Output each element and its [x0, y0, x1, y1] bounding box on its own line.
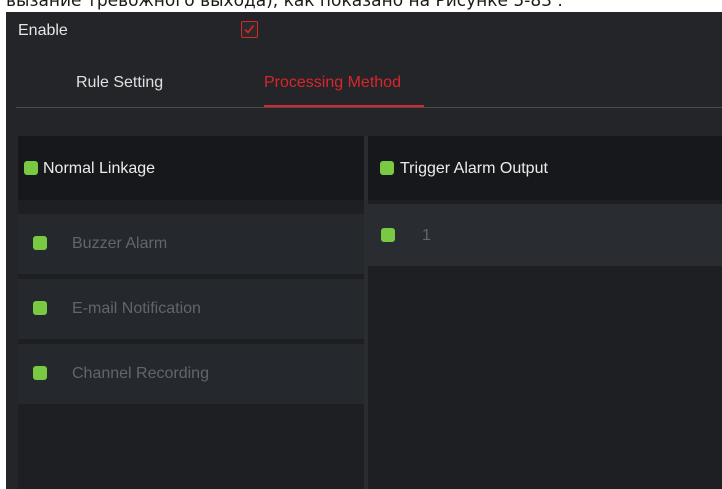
- normal-linkage-box: Normal Linkage Buzzer Alarm E-mail Notif…: [18, 136, 364, 489]
- normal-linkage-select-all-checkbox[interactable]: [24, 161, 38, 175]
- email-notification-checkbox[interactable]: [33, 301, 47, 315]
- enable-checkbox[interactable]: [241, 21, 258, 38]
- alarm-settings-panel: Enable Rule Setting Processing Method No…: [6, 12, 722, 489]
- trigger-alarm-output-select-all-checkbox[interactable]: [380, 161, 394, 175]
- tab-rule-setting[interactable]: Rule Setting: [76, 74, 163, 92]
- alarm-output-1-checkbox[interactable]: [381, 228, 395, 242]
- document-text-strip: вызание тревожного выхода), как показано…: [0, 0, 722, 12]
- channel-recording-checkbox[interactable]: [33, 366, 47, 380]
- trigger-alarm-output-box: Trigger Alarm Output 1: [368, 136, 722, 489]
- active-tab-indicator: [264, 105, 424, 107]
- list-item-alarm-output-1[interactable]: 1: [368, 204, 722, 266]
- normal-linkage-header: Normal Linkage: [18, 136, 364, 200]
- tabs-divider: [16, 107, 722, 108]
- channel-recording-label: Channel Recording: [72, 365, 209, 382]
- trigger-alarm-output-title: Trigger Alarm Output: [400, 160, 548, 177]
- tab-processing-method[interactable]: Processing Method: [264, 74, 401, 92]
- buzzer-alarm-checkbox[interactable]: [33, 236, 47, 250]
- buzzer-alarm-label: Buzzer Alarm: [72, 235, 168, 252]
- trigger-alarm-output-header: Trigger Alarm Output: [368, 136, 722, 200]
- checkmark-icon: [244, 25, 255, 34]
- list-item-channel-recording[interactable]: Channel Recording: [18, 344, 364, 404]
- list-item-email-notification[interactable]: E-mail Notification: [18, 279, 364, 339]
- alarm-output-1-label: 1: [422, 227, 431, 244]
- enable-label: Enable: [18, 22, 68, 39]
- document-text: вызание тревожного выхода), как показано…: [6, 0, 563, 11]
- normal-linkage-title: Normal Linkage: [43, 160, 156, 177]
- list-item-buzzer-alarm[interactable]: Buzzer Alarm: [18, 214, 364, 274]
- email-notification-label: E-mail Notification: [72, 300, 201, 317]
